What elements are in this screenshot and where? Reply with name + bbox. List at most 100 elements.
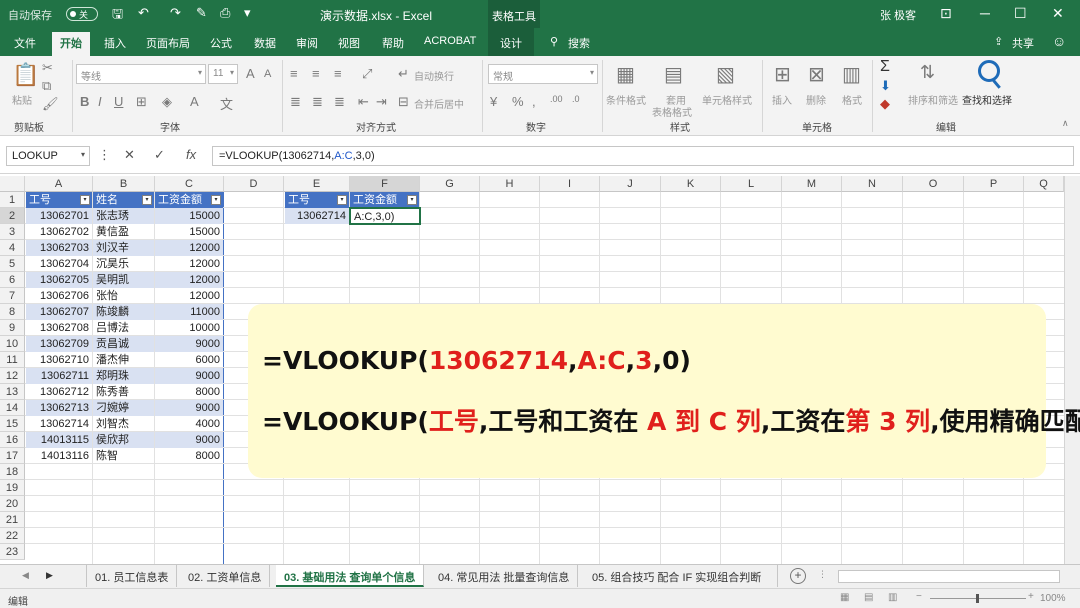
fill-icon[interactable]: ⬇ [880,78,891,94]
row-header[interactable]: 13 [0,384,25,400]
tab-insert[interactable]: 插入 [104,35,126,51]
table-cell[interactable]: 15000 [155,224,223,240]
orientation-icon[interactable]: ⤢ [362,66,372,82]
format-as-table-label-2[interactable]: 表格格式 [652,104,692,119]
feedback-smiley-icon[interactable]: ☺ [1052,33,1066,49]
share-button[interactable]: 共享 [1012,35,1034,51]
tab-page-layout[interactable]: 页面布局 [146,35,190,51]
column-header[interactable]: A [25,176,93,192]
merge-center-label[interactable]: 合并后居中 [414,96,464,111]
vertical-scrollbar[interactable] [1064,176,1080,564]
row-header[interactable]: 11 [0,352,25,368]
column-header[interactable]: D [224,176,284,192]
table-cell[interactable]: 11000 [155,304,223,320]
row-header[interactable]: 17 [0,448,25,464]
filter-dropdown-icon[interactable]: ▾ [407,195,417,205]
tab-acrobat[interactable]: ACROBAT [424,35,476,47]
table-cell[interactable]: 12000 [155,240,223,256]
cell-styles-icon[interactable]: ▧ [716,62,735,87]
increase-font-icon[interactable]: A [246,66,255,81]
table-cell[interactable]: 13062711 [26,368,92,384]
filter-dropdown-icon[interactable]: ▾ [142,195,152,205]
tab-home[interactable]: 开始 [52,32,90,56]
copy-icon[interactable]: ⧉ [42,78,51,94]
table-cell[interactable]: 吕博法 [93,320,154,336]
table-cell[interactable]: 8000 [155,384,223,400]
decrease-indent-icon[interactable]: ⇤ [358,94,369,110]
italic-icon[interactable]: I [98,94,102,109]
autosum-icon[interactable]: Σ [880,58,890,76]
row-header[interactable]: 20 [0,496,25,512]
ribbon-display-icon[interactable]: ⊡ [940,5,952,22]
font-color-icon[interactable]: A [190,94,199,109]
undo-icon[interactable]: ↶ [138,5,149,21]
align-bottom-icon[interactable]: ≡ [334,66,342,81]
align-left-icon[interactable]: ≣ [290,94,301,110]
column-header[interactable]: P [964,176,1024,192]
format-cells-label[interactable]: 格式 [842,92,862,107]
paste-label[interactable]: 粘贴 [12,92,32,107]
format-cells-icon[interactable]: ▥ [842,62,861,87]
align-right-icon[interactable]: ≣ [334,94,345,110]
insert-cells-label[interactable]: 插入 [772,92,792,107]
tab-view[interactable]: 视图 [338,35,360,51]
table-cell[interactable]: 4000 [155,416,223,432]
delete-cells-icon[interactable]: ⊠ [808,62,825,87]
search-label[interactable]: 搜索 [568,35,590,51]
table-cell[interactable]: 13062703 [26,240,92,256]
page-break-view-icon[interactable]: ▥ [888,592,897,603]
row-header[interactable]: 19 [0,480,25,496]
zoom-in-icon[interactable]: + [1028,591,1034,602]
active-editing-cell[interactable]: A:C,3,0) [349,207,421,225]
formula-input[interactable]: =VLOOKUP(13062714,A:C,3,0) [212,146,1074,166]
autosave-toggle[interactable]: 关 [66,7,98,21]
sheet-tab[interactable]: 02. 工资单信息 [180,565,271,587]
column-header[interactable]: F [350,176,420,192]
font-name-select[interactable]: 等线 ▾ [76,64,206,84]
tab-help[interactable]: 帮助 [382,35,404,51]
column-header[interactable]: H [480,176,540,192]
sheet-tab[interactable]: 05. 组合技巧 配合 IF 实现组合判断 [584,565,778,587]
table-cell[interactable]: 9000 [155,432,223,448]
table-header-cell[interactable]: 工资金额 ▾ [155,192,223,208]
row-header[interactable]: 4 [0,240,25,256]
cancel-icon[interactable]: ✕ [124,147,135,163]
delete-cells-label[interactable]: 删除 [806,92,826,107]
prev-sheet-icon[interactable]: ◀ [22,570,29,581]
table-cell[interactable]: 13062702 [26,224,92,240]
redo-icon[interactable]: ↷ [170,5,181,21]
row-header[interactable]: 18 [0,464,25,480]
column-header[interactable]: B [93,176,155,192]
column-header[interactable]: G [420,176,480,192]
table-cell[interactable]: 沉昊乐 [93,256,154,272]
wrap-text-label[interactable]: 自动换行 [414,68,454,83]
column-header[interactable]: O [903,176,964,192]
select-all-corner[interactable] [0,176,25,192]
row-header[interactable]: 3 [0,224,25,240]
enter-icon[interactable]: ✓ [154,147,165,163]
sheet-tab[interactable]: 04. 常见用法 批量查询信息 [430,565,579,587]
paste-icon[interactable]: 📋 [12,62,39,88]
collapse-ribbon-icon[interactable]: ∧ [1062,118,1069,129]
row-header[interactable]: 23 [0,544,25,560]
sort-filter-label[interactable]: 排序和筛选 [908,92,958,107]
table-cell[interactable]: 9000 [155,400,223,416]
font-size-select[interactable]: 11 ▾ [208,64,238,84]
table-cell[interactable]: 14013116 [26,448,92,464]
table-cell[interactable]: 13062705 [26,272,92,288]
share-icon[interactable]: ⇪ [994,35,1003,48]
sheet-tab[interactable]: 01. 员工信息表 [86,565,178,587]
table-cell[interactable]: 陈竣麟 [93,304,154,320]
row-header[interactable]: 7 [0,288,25,304]
table-cell[interactable]: 13062701 [26,208,92,224]
align-top-icon[interactable]: ≡ [290,66,298,81]
row-header[interactable]: 2 [0,208,25,224]
column-header[interactable]: J [600,176,661,192]
table-cell[interactable]: 14013115 [26,432,92,448]
maximize-icon[interactable]: ☐ [1014,5,1027,22]
table-cell[interactable]: 13062706 [26,288,92,304]
find-select-icon[interactable] [978,60,1000,82]
table-cell[interactable]: 8000 [155,448,223,464]
format-painter-icon[interactable]: ✎ [196,5,207,21]
table-cell[interactable]: 12000 [155,272,223,288]
